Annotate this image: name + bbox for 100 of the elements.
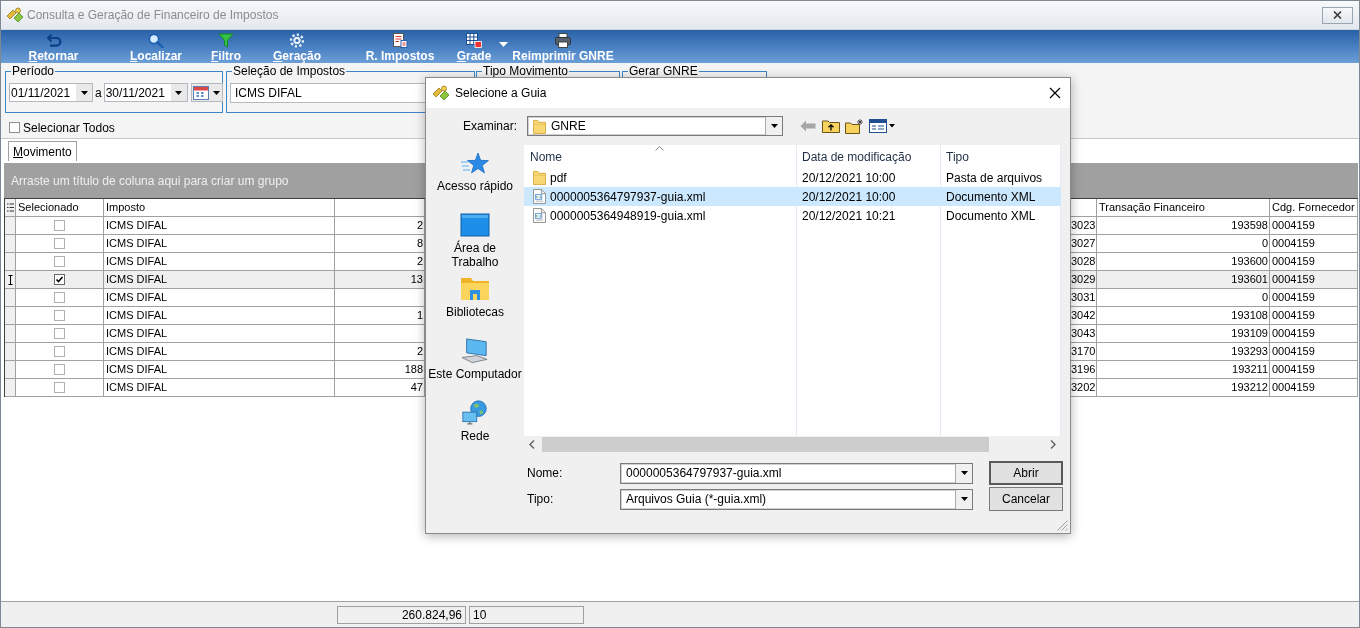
funnel-icon [218,32,234,48]
checkbox[interactable] [54,328,65,339]
checkbox[interactable] [54,238,65,249]
folder-dropdown[interactable]: GNRE [527,116,783,136]
file-type-field[interactable]: Arquivos Guia (*-guia.xml) [620,488,973,510]
table-cell: ICMS DIFAL [104,325,335,343]
column-header[interactable]: Transação Financeiro [1097,199,1270,217]
open-button[interactable]: Abrir [989,461,1063,485]
date-field[interactable]: 01/11/2021 [9,83,93,102]
dropdown-button[interactable] [170,84,187,101]
text-cursor-icon [7,274,13,285]
column-header[interactable]: Imposto [104,199,335,217]
table-cell: 3029 [1071,271,1097,289]
column-header[interactable]: Selecionado [16,199,104,217]
network-item[interactable]: Rede [428,400,522,443]
group-title: Gerar GNRE [628,64,699,78]
checkbox[interactable] [54,274,65,285]
checkbox[interactable] [54,310,65,321]
close-button[interactable] [1322,6,1353,24]
app-icon [6,7,24,23]
gear-icon [289,32,305,48]
folder-up-icon[interactable] [822,119,840,133]
table-cell: 0004159 [1270,361,1358,379]
table-cell: 0004159 [1270,343,1358,361]
record-count: 10 [469,605,584,624]
table-cell: ICMS DIFAL [104,217,335,235]
new-folder-icon[interactable] [845,118,863,134]
checkbox[interactable] [54,256,65,267]
table-cell: ICMS DIFAL [104,271,335,289]
column-chooser-button[interactable] [5,199,16,217]
scroll-right-icon[interactable] [1050,440,1056,449]
row-header[interactable] [5,271,16,289]
tab[interactable]: Movimento [8,141,77,161]
file-row[interactable]: 0000005364948919-guia.xml 20/12/2021 10:21 Documento XML [524,206,1061,225]
file-name: pdf [550,170,567,185]
star-icon [460,150,490,176]
table-cell: 0004159 [1270,289,1358,307]
checkbox[interactable] [54,220,65,231]
file-name-field[interactable]: 0000005364797937-guia.xml [620,462,973,484]
table-cell: 0004159 [1270,379,1358,397]
dropdown-button[interactable] [955,463,972,483]
column-header[interactable]: Tipo [940,149,1061,164]
scrollbar-thumb[interactable] [542,437,989,452]
group-by-hint: Arraste um título de coluna aqui para criar um grupo [11,173,289,188]
file-type: Documento XML [945,189,1037,204]
quick-access-item[interactable]: Acesso rápido [428,150,522,193]
table-cell: 13 [335,271,425,289]
dropdown-button[interactable] [76,84,92,101]
view-menu-icon[interactable] [869,119,895,133]
caret-icon [770,124,778,128]
table-cell: ICMS DIFAL [104,235,335,253]
table-cell: 0 [1097,289,1270,307]
close-icon [1333,11,1342,19]
file-type: Pasta de arquivos [945,170,1044,185]
field-label: Examinar: [461,119,517,133]
caret-icon [80,90,88,95]
checkbox[interactable] [54,382,65,393]
calendar-button[interactable] [190,83,223,102]
table-cell: 193108 [1097,307,1270,325]
resize-grip-icon[interactable] [1057,520,1068,531]
report-document-icon [392,32,408,48]
table-cell: 193601 [1097,271,1270,289]
file-row[interactable]: 0000005364797937-guia.xml 20/12/2021 10:00 Documento XML [524,187,1061,206]
date-field[interactable]: 30/11/2021 [103,83,188,102]
checkbox[interactable] [9,122,20,133]
desktop-icon [460,212,490,238]
table-cell: 0004159 [1270,307,1358,325]
dropdown-button[interactable] [765,117,782,135]
column-header[interactable]: Cdg. Fornecedor [1270,199,1358,217]
desktop-item[interactable]: Área de Trabalho [443,212,507,269]
scroll-left-icon[interactable] [529,440,535,449]
column-header[interactable]: Nome [524,149,796,164]
caret-icon [960,471,968,475]
checkbox-label[interactable]: Selecionar Todos [23,120,115,135]
file-name: 0000005364797937-guia.xml [550,189,706,204]
list-icon [6,203,14,212]
dropdown-button[interactable] [955,489,972,509]
library-folder-icon [460,276,490,302]
checkbox[interactable] [54,364,65,375]
column-header[interactable]: Data de modificação [796,149,940,164]
table-cell: 0004159 [1270,217,1358,235]
modified-date: 20/12/2021 10:00 [801,189,897,204]
caret-icon [212,90,220,95]
file-type: Documento XML [945,208,1037,223]
table-cell: 0004159 [1270,235,1358,253]
caret-icon[interactable] [499,42,508,47]
group-title: Tipo Movimento [482,64,569,78]
table-cell: ICMS DIFAL [104,289,335,307]
printer-icon [555,32,571,48]
folder-icon [533,170,546,185]
group-title: Período [11,64,56,78]
cancel-button[interactable]: Cancelar [989,487,1063,511]
close-button[interactable] [1049,87,1061,99]
table-cell: ICMS DIFAL [104,361,335,379]
checkbox[interactable] [54,292,65,303]
computer-icon [460,338,490,364]
table-icon [466,32,482,48]
file-row[interactable]: pdf 20/12/2021 10:00 Pasta de arquivos [524,168,1061,187]
checkbox[interactable] [54,346,65,357]
xml-file-icon [533,189,546,204]
